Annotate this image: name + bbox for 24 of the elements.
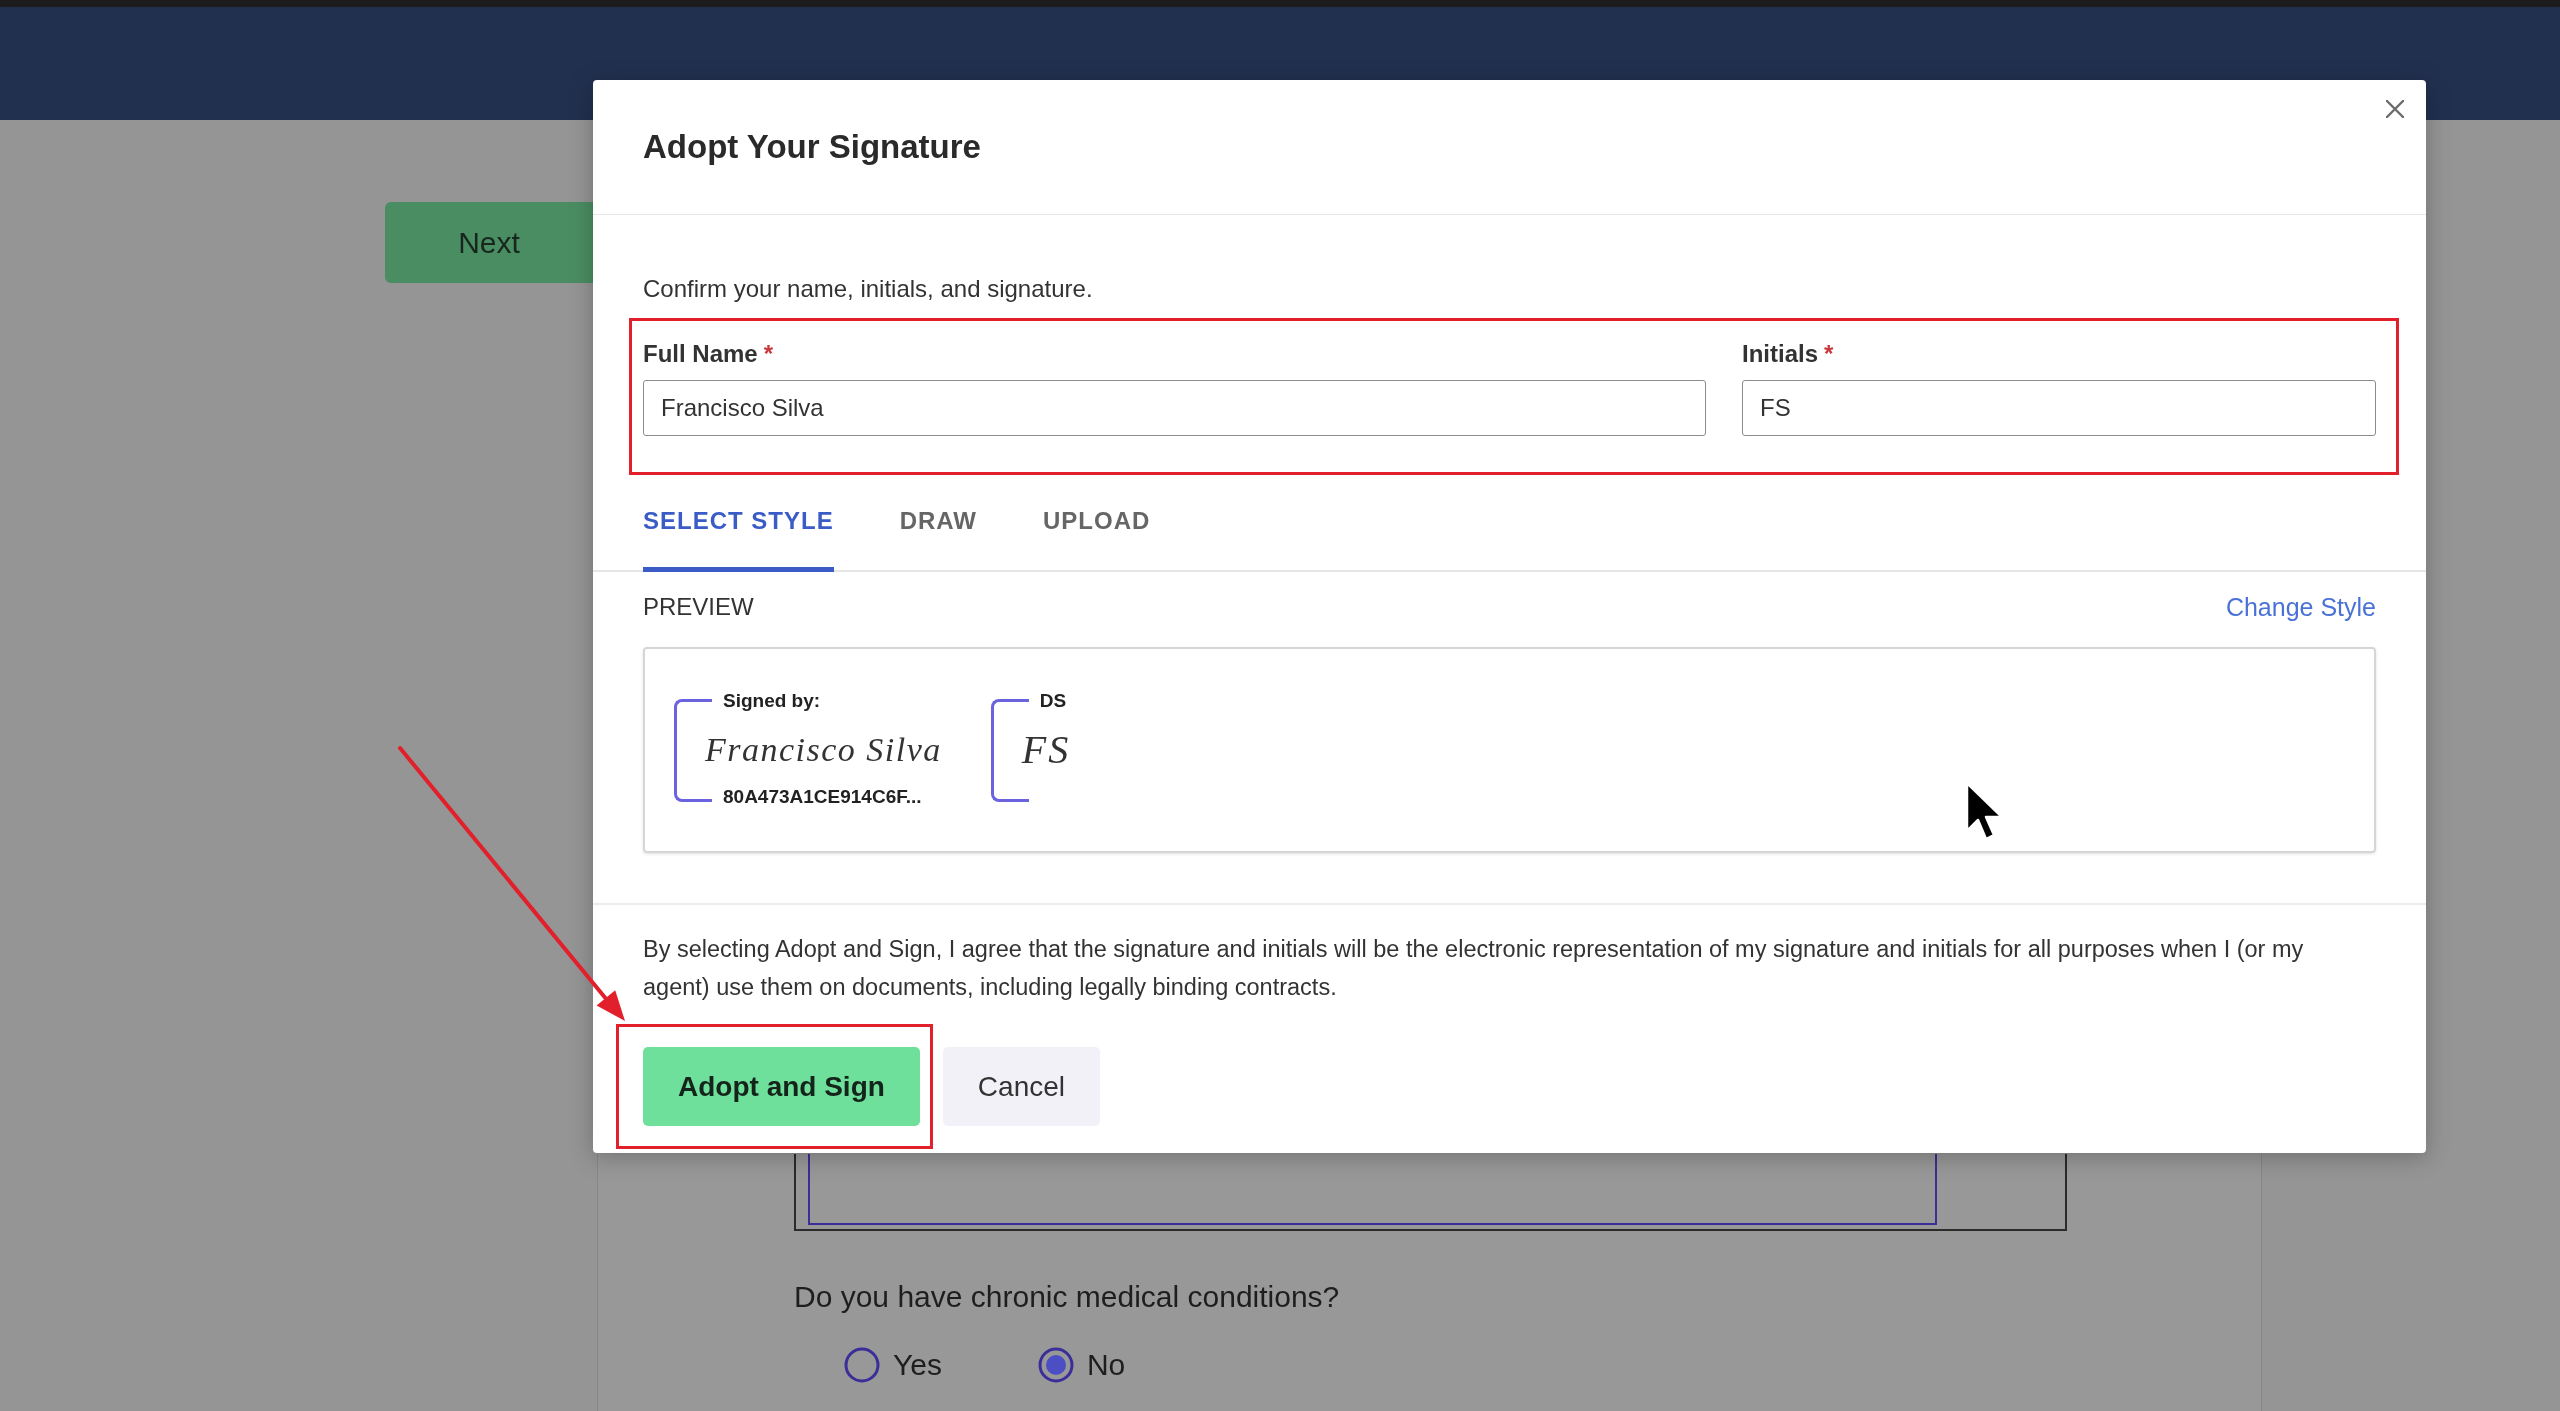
cancel-button[interactable]: Cancel [942,1047,1101,1126]
field-label: Initials * [1742,340,1835,368]
tab[interactable]: UPLOAD [1043,506,1151,572]
consent-text: By selecting Adopt and Sign, I agree that the signature and initials will be the electronic representation of my signature and initials for all purposes when I (or my agent) use them on documents, including legally binding contracts. [643,935,2305,1002]
signature-text: Francisco Silva [705,730,942,770]
preview-label: PREVIEW [643,593,754,621]
radio-option[interactable]: No [1037,1347,1126,1383]
radio-option[interactable]: Yes [844,1347,942,1383]
stamp-caption: Signed by: [723,689,821,713]
text-input[interactable]: FS [1742,380,2376,436]
field-label: Full Name * [643,340,775,368]
tab[interactable]: DRAW [899,506,977,572]
change-style-link[interactable]: Change Style [2225,593,2376,621]
stamp-caption: DS [1039,689,1067,713]
next-button[interactable]: Next [385,202,593,283]
text-input[interactable]: Francisco Silva [643,380,1706,436]
adopt-button[interactable]: Adopt and Sign [643,1047,920,1126]
instruction-text: Confirm your name, initials, and signature. [643,274,1094,304]
signature-code: 80A473A1CE914C6F... [723,785,922,809]
dialog-title: Adopt Your Signature [643,127,981,167]
tab[interactable]: SELECT STYLE [643,506,834,572]
close-icon [2386,100,2404,118]
signature-text: FS [1021,730,1071,770]
question-text: Do you have chronic medical conditions? [794,1279,1341,1315]
